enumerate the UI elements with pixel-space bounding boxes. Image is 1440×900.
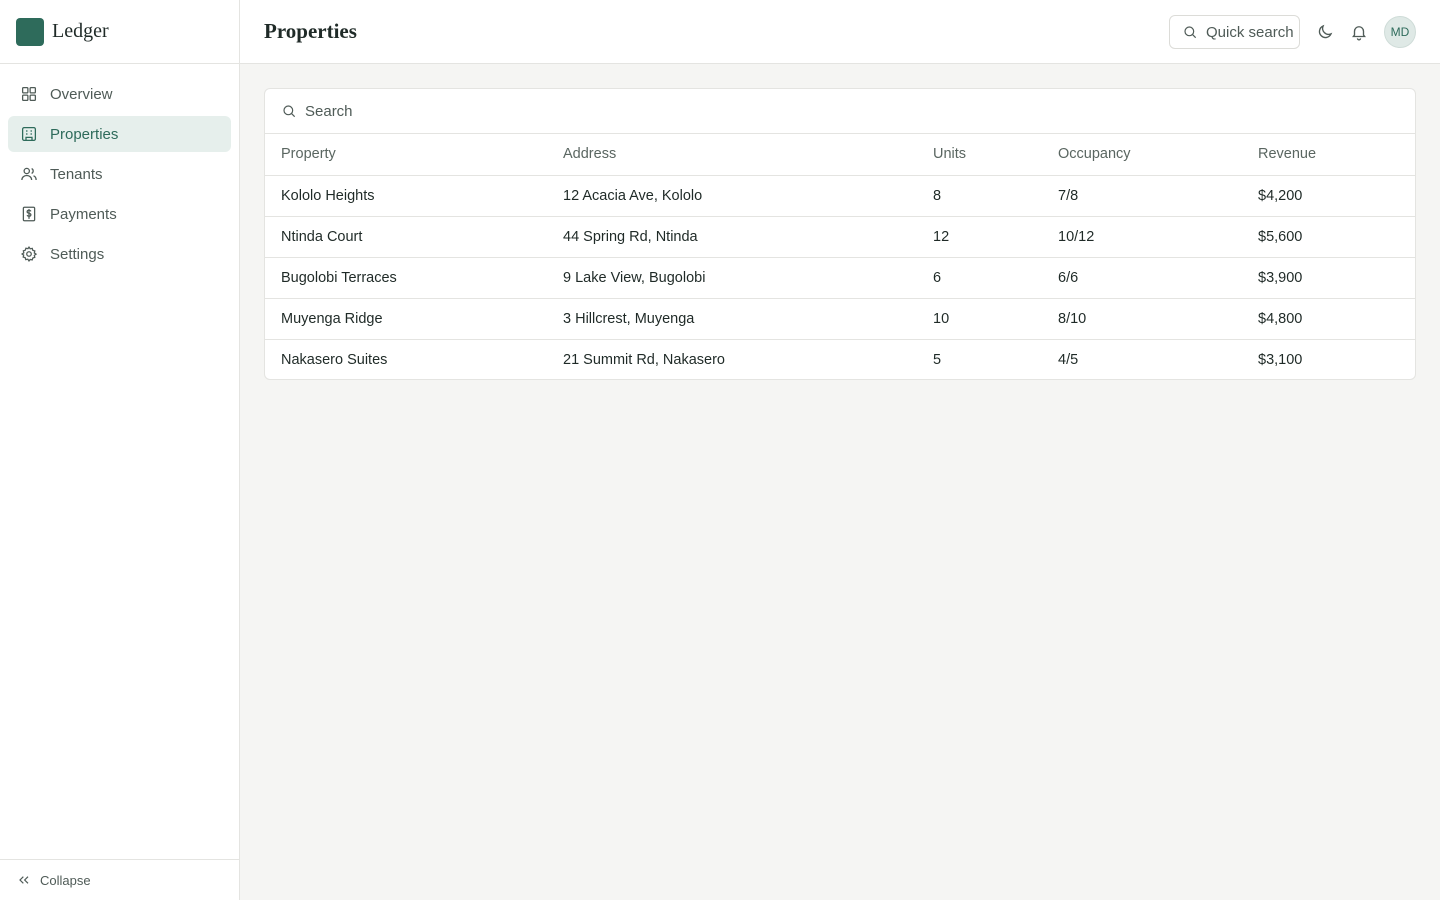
grid-icon [20, 85, 38, 103]
table-row[interactable]: Muyenga Ridge 3 Hillcrest, Muyenga 10 8/… [265, 298, 1415, 340]
cell-occupancy: 7/8 [1058, 175, 1258, 217]
column-header-occupancy[interactable]: Occupancy [1058, 134, 1258, 176]
column-header-units[interactable]: Units [933, 134, 1058, 176]
chevrons-left-icon [16, 872, 32, 888]
collapse-button[interactable]: Collapse [0, 859, 239, 900]
cell-property: Nakasero Suites [281, 351, 388, 368]
cell-occupancy: 6/6 [1058, 257, 1258, 299]
sidebar-item-label: Settings [50, 245, 105, 263]
cell-address: 44 Spring Rd, Ntinda [563, 216, 933, 258]
properties-table: Property Address Units Occupancy Revenue… [265, 134, 1415, 379]
app-name: Ledger [52, 20, 109, 42]
sidebar-item-label: Tenants [50, 165, 103, 183]
sidebar-item-settings[interactable]: Settings [8, 236, 231, 272]
sidebar-item-tenants[interactable]: Tenants [8, 156, 231, 192]
properties-table-card: Property Address Units Occupancy Revenue… [264, 88, 1416, 380]
receipt-dollar-icon [20, 205, 38, 223]
brand[interactable]: Ledger [0, 0, 239, 64]
table-search [265, 89, 1415, 134]
cell-revenue: $4,200 [1258, 175, 1415, 217]
cell-occupancy: 10/12 [1058, 216, 1258, 258]
sidebar-item-payments[interactable]: Payments [8, 196, 231, 232]
cell-address: 3 Hillcrest, Muyenga [563, 298, 933, 340]
cell-occupancy: 8/10 [1058, 298, 1258, 340]
topbar: Properties Quick search MD [240, 0, 1440, 64]
cell-property: Kololo Heights [265, 175, 563, 217]
table-row[interactable]: Kololo Heights 12 Acacia Ave, Kololo 8 7… [265, 175, 1415, 217]
cell-revenue: $3,900 [1258, 257, 1415, 299]
notifications-button[interactable] [1348, 21, 1370, 43]
sidebar-item-label: Overview [50, 85, 113, 103]
column-header-revenue[interactable]: Revenue [1258, 134, 1415, 176]
logo [16, 17, 44, 46]
cell-revenue: $3,100 [1258, 351, 1303, 368]
avatar[interactable]: MD [1384, 16, 1416, 48]
quick-search-label: Quick search [1206, 23, 1294, 41]
search-input[interactable] [305, 102, 905, 120]
cell-revenue: $4,800 [1258, 298, 1415, 340]
cell-address: 21 Summit Rd, Nakasero [563, 351, 725, 368]
sidebar: Ledger Overview Properties Tenants Payme… [0, 0, 240, 900]
column-header-property[interactable]: Property [265, 134, 563, 176]
moon-icon [1318, 24, 1333, 39]
sidebar-item-label: Payments [50, 205, 117, 223]
building-icon [20, 125, 38, 143]
cell-address: 9 Lake View, Bugolobi [563, 257, 933, 299]
cell-property: Bugolobi Terraces [265, 257, 563, 299]
theme-toggle-button[interactable] [1314, 21, 1336, 43]
search-icon [1182, 24, 1198, 40]
cell-units: 12 [933, 216, 1058, 258]
cell-units: 6 [933, 257, 1058, 299]
page-title: Properties [264, 19, 357, 43]
table-row[interactable]: Bugolobi Terraces 9 Lake View, Bugolobi … [265, 257, 1415, 299]
cell-revenue: $5,600 [1258, 216, 1415, 258]
bell-icon [1352, 26, 1366, 41]
cell-units: 8 [933, 175, 1058, 217]
column-header-address[interactable]: Address [563, 134, 933, 176]
sidebar-nav: Overview Properties Tenants Payments Set… [0, 64, 239, 272]
cell-units: 10 [933, 298, 1058, 340]
sidebar-item-label: Properties [50, 125, 119, 143]
table-row[interactable]: Nakasero Suites 21 Summit Rd, Nakasero 5… [265, 339, 1415, 379]
gear-icon [20, 245, 38, 263]
collapse-label: Collapse [40, 872, 91, 888]
search-icon [281, 103, 297, 119]
cell-units: 5 [933, 351, 942, 368]
sidebar-item-overview[interactable]: Overview [8, 76, 231, 112]
cell-property: Ntinda Court [265, 216, 563, 258]
sidebar-item-properties[interactable]: Properties [8, 116, 231, 152]
cell-address: 12 Acacia Ave, Kololo [563, 175, 933, 217]
cell-property: Muyenga Ridge [265, 298, 563, 340]
table-row[interactable]: Ntinda Court 44 Spring Rd, Ntinda 12 10/… [265, 216, 1415, 258]
quick-search-button[interactable]: Quick search [1169, 15, 1300, 49]
cell-occupancy: 4/5 [1058, 351, 1079, 368]
users-icon [20, 165, 38, 183]
table-header-row: Property Address Units Occupancy Revenue [265, 134, 1415, 176]
